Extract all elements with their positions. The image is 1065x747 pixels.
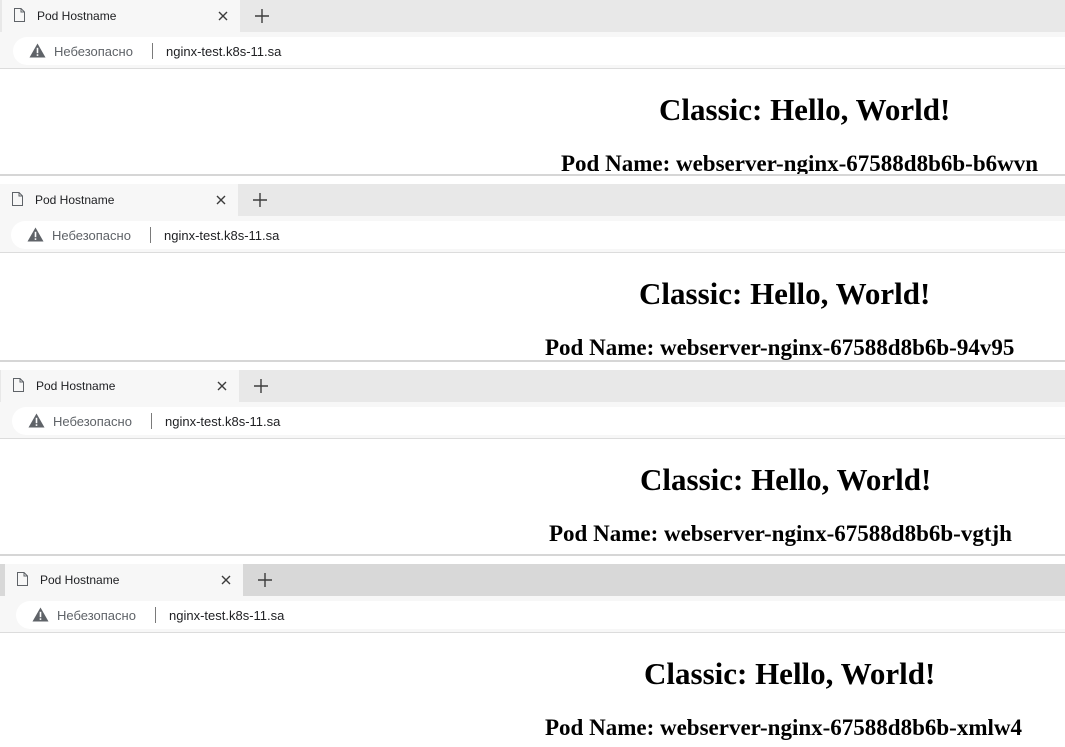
close-icon[interactable] bbox=[220, 574, 232, 586]
browser-window-2: Pod Hostname Небезопасно nginx-test.k8s-… bbox=[0, 184, 1065, 361]
tab-title: Pod Hostname bbox=[36, 379, 116, 393]
page-heading: Classic: Hello, World! bbox=[639, 276, 931, 311]
tab-strip: Pod Hostname bbox=[0, 184, 1065, 216]
security-status-label[interactable]: Небезопасно bbox=[52, 228, 131, 243]
address-bar[interactable]: Небезопасно nginx-test.k8s-11.sa bbox=[13, 37, 1065, 65]
page-icon bbox=[13, 378, 24, 392]
tab-pod-hostname[interactable]: Pod Hostname bbox=[1, 370, 239, 402]
close-icon[interactable] bbox=[216, 380, 228, 392]
close-icon[interactable] bbox=[215, 194, 227, 206]
url-text[interactable]: nginx-test.k8s-11.sa bbox=[165, 414, 280, 429]
pod-name-heading: Pod Name: webserver-nginx-67588d8b6b-xml… bbox=[545, 715, 1023, 740]
window-divider bbox=[0, 360, 1065, 362]
page-icon bbox=[17, 572, 28, 586]
page-content: Classic: Hello, World! Pod Name: webserv… bbox=[0, 69, 1065, 175]
window-divider bbox=[0, 174, 1065, 176]
window-divider bbox=[0, 554, 1065, 556]
toolbar: Небезопасно nginx-test.k8s-11.sa bbox=[0, 596, 1065, 633]
browser-window-1: Pod Hostname Небезопасно nginx-test.k8s-… bbox=[0, 0, 1065, 175]
url-text[interactable]: nginx-test.k8s-11.sa bbox=[169, 608, 284, 623]
browser-window-4: Pod Hostname Небезопасно nginx-test.k8s-… bbox=[0, 564, 1065, 747]
address-separator bbox=[151, 413, 152, 429]
url-text[interactable]: nginx-test.k8s-11.sa bbox=[166, 44, 281, 59]
address-bar[interactable]: Небезопасно nginx-test.k8s-11.sa bbox=[11, 221, 1065, 249]
toolbar: Небезопасно nginx-test.k8s-11.sa bbox=[0, 32, 1065, 69]
address-separator bbox=[155, 607, 156, 623]
page-heading: Classic: Hello, World! bbox=[640, 462, 932, 497]
tab-pod-hostname[interactable]: Pod Hostname bbox=[0, 184, 238, 216]
page-content: Classic: Hello, World! Pod Name: webserv… bbox=[0, 253, 1065, 361]
address-separator bbox=[150, 227, 151, 243]
pod-name-heading: Pod Name: webserver-nginx-67588d8b6b-b6w… bbox=[561, 151, 1039, 175]
pod-name-heading: Pod Name: webserver-nginx-67588d8b6b-94v… bbox=[545, 335, 1015, 360]
plus-icon[interactable] bbox=[253, 378, 269, 394]
tab-strip: Pod Hostname bbox=[0, 564, 1065, 596]
address-bar[interactable]: Небезопасно nginx-test.k8s-11.sa bbox=[12, 407, 1065, 435]
toolbar: Небезопасно nginx-test.k8s-11.sa bbox=[0, 216, 1065, 253]
warning-icon[interactable] bbox=[29, 43, 46, 58]
page-content: Classic: Hello, World! Pod Name: webserv… bbox=[0, 439, 1065, 555]
toolbar: Небезопасно nginx-test.k8s-11.sa bbox=[0, 402, 1065, 439]
tab-strip: Pod Hostname bbox=[0, 0, 1065, 32]
url-text[interactable]: nginx-test.k8s-11.sa bbox=[164, 228, 279, 243]
page-heading: Classic: Hello, World! bbox=[659, 92, 951, 127]
security-status-label[interactable]: Небезопасно bbox=[53, 414, 132, 429]
plus-icon[interactable] bbox=[252, 192, 268, 208]
pod-name-heading: Pod Name: webserver-nginx-67588d8b6b-vgt… bbox=[549, 521, 1012, 546]
browser-window-3: Pod Hostname Небезопасно nginx-test.k8s-… bbox=[0, 370, 1065, 555]
tab-strip: Pod Hostname bbox=[0, 370, 1065, 402]
plus-icon[interactable] bbox=[254, 8, 270, 24]
page-heading: Classic: Hello, World! bbox=[644, 656, 936, 691]
address-separator bbox=[152, 43, 153, 59]
address-bar[interactable]: Небезопасно nginx-test.k8s-11.sa bbox=[16, 601, 1065, 629]
tab-pod-hostname[interactable]: Pod Hostname bbox=[5, 564, 243, 596]
page-content: Classic: Hello, World! Pod Name: webserv… bbox=[0, 633, 1065, 747]
security-status-label[interactable]: Небезопасно bbox=[54, 44, 133, 59]
tab-title: Pod Hostname bbox=[37, 9, 117, 23]
plus-icon[interactable] bbox=[257, 572, 273, 588]
tab-title: Pod Hostname bbox=[40, 573, 120, 587]
tab-pod-hostname[interactable]: Pod Hostname bbox=[2, 0, 240, 32]
warning-icon[interactable] bbox=[27, 227, 44, 242]
warning-icon[interactable] bbox=[32, 607, 49, 622]
warning-icon[interactable] bbox=[28, 413, 45, 428]
page-icon bbox=[14, 8, 25, 22]
page-icon bbox=[12, 192, 23, 206]
security-status-label[interactable]: Небезопасно bbox=[57, 608, 136, 623]
tab-title: Pod Hostname bbox=[35, 193, 115, 207]
close-icon[interactable] bbox=[217, 10, 229, 22]
